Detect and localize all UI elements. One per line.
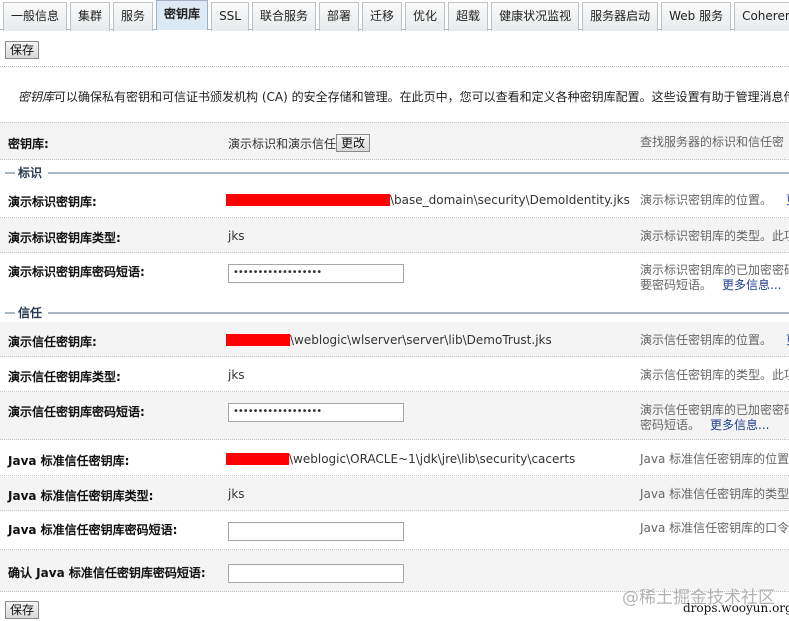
trust-keystore-row: 演示信任密钥库: \weblogic\wlserver\server\lib\D… (0, 322, 789, 357)
field-help: 演示信任密钥库的已加密密码 密码短语。 更多信息... (640, 403, 789, 433)
keystore-value: 演示标识和演示信任 (228, 137, 337, 151)
redaction (226, 194, 390, 206)
section-identity-title: 标识 (18, 166, 43, 180)
tab-ssl[interactable]: SSL (211, 2, 249, 31)
help-text: 演示标识密钥库的位置。 (640, 193, 773, 207)
tab-general[interactable]: 一般信息 (3, 2, 68, 31)
identity-type-row: 演示标识密钥库类型: jks 演示标识密钥库的类型。此项 (0, 218, 789, 253)
field-help: 演示标识密钥库的位置。更 (640, 193, 789, 208)
help-text: 演示标识密钥库的已加密密码 (640, 263, 789, 277)
description-em: 密钥库 (18, 90, 55, 104)
confirm-java-trust-passphrase-input[interactable] (228, 564, 404, 583)
field-value: \weblogic\ORACLE~1\jdk\jre\lib\security\… (289, 452, 576, 466)
tab-tuning[interactable]: 优化 (405, 2, 446, 31)
redaction (226, 453, 289, 465)
java-trust-keystore-row: Java 标准信任密钥库: \weblogic\ORACLE~1\jdk\jre… (0, 440, 789, 476)
field-label: 确认 Java 标准信任密钥库密码短语: (8, 566, 206, 580)
keystore-label: 密钥库: (8, 137, 49, 151)
field-help: Java 标准信任密钥库的口令 (640, 521, 789, 535)
field-label: 演示标识密钥库: (8, 195, 97, 209)
tab-cluster[interactable]: 集群 (70, 2, 111, 31)
tab-deployment[interactable]: 部署 (319, 2, 360, 31)
tab-services[interactable]: 服务 (113, 2, 154, 31)
tab-web-services[interactable]: Web 服务 (661, 2, 732, 31)
field-value: \base_domain\security\DemoIdentity.jks (390, 193, 630, 207)
java-trust-passphrase-input[interactable] (228, 522, 404, 541)
help-text: 演示信任密钥库的位置。 (640, 333, 773, 347)
keystore-row: 密钥库: 演示标识和演示信任 更改 查找服务器的标识和信任密 (0, 122, 789, 160)
field-help: Java 标准信任密钥库的位置 (640, 452, 789, 466)
section-trust: 信任 (0, 306, 789, 320)
description-text: 可以确保私有密钥和可信证书颁发机构 (CA) 的安全存储和管理。在此页中，您可以… (54, 90, 789, 104)
change-button[interactable]: 更改 (336, 134, 371, 152)
field-label: 演示标识密钥库类型: (8, 231, 121, 245)
field-value: jks (228, 368, 245, 382)
field-value: \weblogic\wlserver\server\lib\DemoTrust.… (290, 333, 552, 347)
field-label: Java 标准信任密钥库密码短语: (8, 523, 178, 537)
tab-keystores[interactable]: 密钥库 (156, 0, 209, 30)
field-help: 演示标识密钥库的已加密密码 要密码短语。 更多信息... (640, 263, 789, 293)
save-button-bottom[interactable]: 保存 (5, 601, 40, 619)
identity-passphrase-row: 演示标识密钥库密码短语: •••••••••••••••••• 演示标识密钥库的… (0, 253, 789, 298)
field-label: 演示标识密钥库密码短语: (8, 265, 145, 279)
trust-type-row: 演示信任密钥库类型: jks 演示信任密钥库的类型。此项 (0, 357, 789, 392)
more-info-link[interactable]: 更多信息... (710, 418, 769, 432)
help-text: 要密码短语。 (640, 278, 713, 292)
field-help: 演示信任密钥库的类型。此项 (640, 368, 789, 382)
tab-coherence[interactable]: Coherence (734, 2, 789, 31)
section-trust-title: 信任 (18, 306, 43, 320)
help-text: 演示信任密钥库的已加密密码 (640, 403, 789, 417)
tab-overload[interactable]: 超载 (448, 2, 489, 31)
tab-federation[interactable]: 联合服务 (251, 2, 316, 31)
trust-passphrase-row: 演示信任密钥库密码短语: •••••••••••••••••• 演示信任密钥库的… (0, 392, 789, 440)
java-trust-type-row: Java 标准信任密钥库类型: jks Java 标准信任密钥库的类型 (0, 476, 789, 511)
keystore-help: 查找服务器的标识和信任密 (640, 135, 785, 149)
divider (0, 66, 789, 67)
tab-health[interactable]: 健康状况监视 (491, 2, 580, 31)
redaction (226, 334, 290, 346)
identity-keystore-row: 演示标识密钥库: \base_domain\security\DemoIdent… (0, 183, 789, 218)
trust-passphrase-input[interactable]: •••••••••••••••••• (228, 403, 404, 422)
section-identity: 标识 (0, 166, 789, 180)
tab-bar: 一般信息 集群 服务 密钥库 SSL 联合服务 部署 迁移 优化 超载 健康状况… (0, 0, 789, 31)
tab-server-start[interactable]: 服务器启动 (582, 2, 659, 31)
watermark-url: drops.wooyun.org (683, 601, 789, 615)
more-info-link[interactable]: 更多信息... (722, 278, 781, 292)
field-value: jks (228, 229, 245, 243)
field-label: 演示信任密钥库: (8, 335, 97, 349)
help-text: 密码短语。 (640, 418, 701, 432)
page-description: 密钥库可以确保私有密钥和可信证书颁发机构 (CA) 的安全存储和管理。在此页中，… (18, 88, 789, 105)
tab-migration[interactable]: 迁移 (362, 2, 403, 31)
field-label: Java 标准信任密钥库: (8, 454, 130, 468)
java-trust-passphrase-row: Java 标准信任密钥库密码短语: Java 标准信任密钥库的口令 (0, 511, 789, 550)
field-value: jks (228, 487, 245, 501)
field-label: 演示信任密钥库密码短语: (8, 405, 145, 419)
field-help: 演示标识密钥库的类型。此项 (640, 229, 789, 243)
identity-passphrase-input[interactable]: •••••••••••••••••• (228, 264, 404, 283)
field-help: 演示信任密钥库的位置。更 (640, 333, 789, 348)
field-label: 演示信任密钥库类型: (8, 370, 121, 384)
field-label: Java 标准信任密钥库类型: (8, 489, 154, 503)
save-button-top[interactable]: 保存 (5, 41, 40, 59)
field-help: Java 标准信任密钥库的类型 (640, 487, 789, 501)
